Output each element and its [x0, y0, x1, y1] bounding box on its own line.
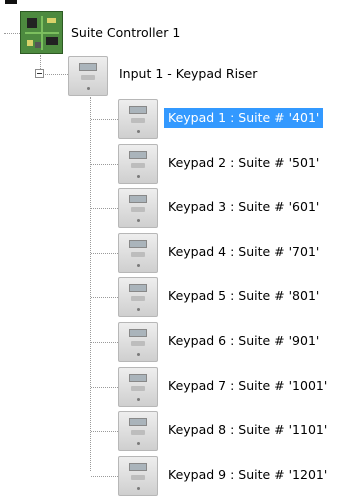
tree-node-label: Keypad 2 : Suite # '501' — [168, 155, 320, 170]
tree-line — [91, 297, 118, 298]
keypad-device-icon — [118, 188, 158, 228]
tree-node-label: Suite Controller 1 — [71, 25, 181, 40]
keypad-device-icon — [118, 277, 158, 317]
tree-line — [45, 74, 68, 75]
tree-node-label: Keypad 9 : Suite # '1201' — [168, 467, 328, 482]
tree-node-label: Keypad 3 : Suite # '601' — [168, 199, 320, 214]
tree-line — [4, 33, 20, 34]
keypad-device-icon — [118, 411, 158, 451]
tree-line — [91, 431, 118, 432]
tree-line — [91, 253, 118, 254]
tree-node-label: Input 1 - Keypad Riser — [119, 66, 258, 81]
tree-line — [40, 55, 41, 69]
tree-line — [90, 97, 91, 471]
scroll-marker — [5, 0, 17, 4]
tree-line — [91, 476, 118, 477]
tree-node-label: Keypad 7 : Suite # '1001' — [168, 378, 328, 393]
tree-node-label: Keypad 5 : Suite # '801' — [168, 288, 320, 303]
tree-line — [91, 342, 118, 343]
keypad-device-icon — [118, 456, 158, 496]
tree-line — [91, 119, 118, 120]
tree-line — [91, 387, 118, 388]
collapse-toggle[interactable] — [35, 69, 44, 78]
tree-node-label: Keypad 6 : Suite # '901' — [168, 333, 320, 348]
tree-line — [91, 164, 118, 165]
tree-node-label: Keypad 8 : Suite # '1101' — [168, 422, 328, 437]
device-tree: Suite Controller 1 Input 1 - Keypad Rise… — [0, 0, 345, 496]
keypad-device-icon — [118, 322, 158, 362]
circuit-board-icon — [20, 11, 63, 54]
tree-node-label-selected: Keypad 1 : Suite # '401' — [164, 108, 324, 128]
keypad-device-icon — [68, 56, 108, 96]
keypad-device-icon — [118, 233, 158, 273]
keypad-device-icon — [118, 99, 158, 139]
keypad-device-icon — [118, 367, 158, 407]
tree-line — [91, 208, 118, 209]
tree-node-label: Keypad 4 : Suite # '701' — [168, 244, 320, 259]
keypad-device-icon — [118, 144, 158, 184]
